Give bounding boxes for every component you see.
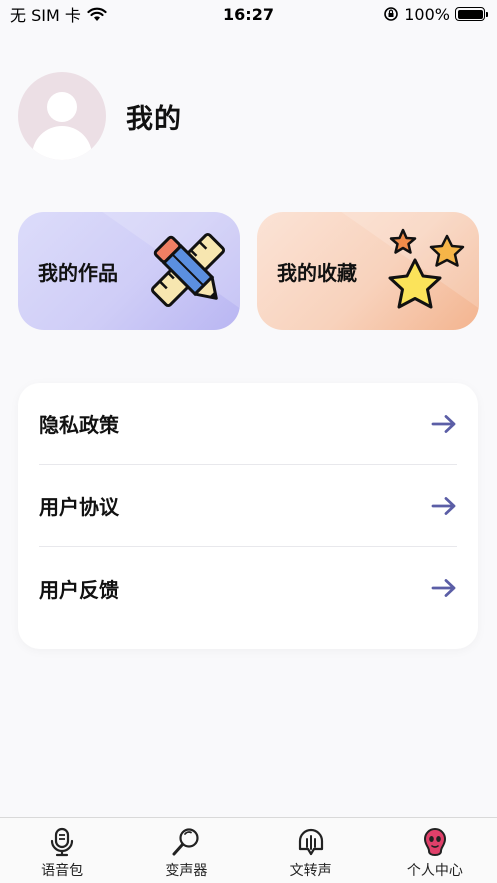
- arrow-right-icon: [431, 414, 456, 433]
- tab-profile[interactable]: 个人中心: [373, 818, 497, 883]
- tab-text-to-speech-label: 文转声: [289, 863, 332, 879]
- avatar-body: [32, 126, 92, 160]
- user-feedback-label: 用户反馈: [39, 577, 119, 602]
- tab-voice-pack-label: 语音包: [41, 863, 84, 879]
- battery-fill: [457, 9, 483, 19]
- my-works-label: 我的作品: [38, 260, 118, 285]
- arrow-right-icon: [431, 579, 456, 597]
- text-to-speech-icon: [298, 828, 323, 856]
- user-agreement-row[interactable]: 用户协议: [39, 465, 457, 547]
- pencil-ruler-icon: [150, 232, 226, 308]
- arrow-right-icon: [431, 496, 456, 515]
- avatar-head: [47, 92, 77, 122]
- profile-icon: [423, 827, 446, 857]
- user-feedback-row[interactable]: 用户反馈: [39, 547, 457, 629]
- profile-header: 我的: [18, 72, 182, 160]
- battery-icon: [455, 7, 488, 21]
- stars-icon: [388, 228, 465, 309]
- tab-profile-label: 个人中心: [406, 863, 463, 879]
- battery-percent: 100%: [404, 4, 450, 24]
- avatar[interactable]: [18, 72, 106, 160]
- privacy-policy-label: 隐私政策: [39, 413, 119, 437]
- my-favorites-label: 我的收藏: [277, 260, 357, 285]
- tab-bar: 语音包 变声器 文转声 个人中心: [0, 817, 497, 883]
- my-favorites-card[interactable]: 我的收藏: [257, 212, 479, 330]
- tab-voice-changer[interactable]: 变声器: [124, 818, 248, 883]
- user-agreement-label: 用户协议: [39, 495, 119, 519]
- status-right: 100%: [383, 4, 488, 24]
- microphone-icon: [51, 827, 74, 857]
- tab-voice-pack[interactable]: 语音包: [0, 818, 124, 883]
- status-left: 无 SIM 卡: [10, 2, 107, 26]
- status-bar: 无 SIM 卡 16:27 100%: [0, 0, 497, 28]
- magic-wand-icon: [172, 828, 199, 856]
- my-works-card[interactable]: 我的作品: [18, 212, 240, 330]
- carrier-label: 无 SIM 卡: [10, 6, 81, 25]
- privacy-policy-row[interactable]: 隐私政策: [39, 383, 457, 465]
- wifi-icon: [87, 7, 107, 21]
- tab-text-to-speech[interactable]: 文转声: [249, 818, 373, 883]
- tab-voice-changer-label: 变声器: [165, 863, 208, 879]
- page-title: 我的: [126, 103, 182, 135]
- orientation-lock-icon: [384, 7, 399, 21]
- settings-list: 隐私政策 用户协议 用户反馈: [18, 383, 478, 649]
